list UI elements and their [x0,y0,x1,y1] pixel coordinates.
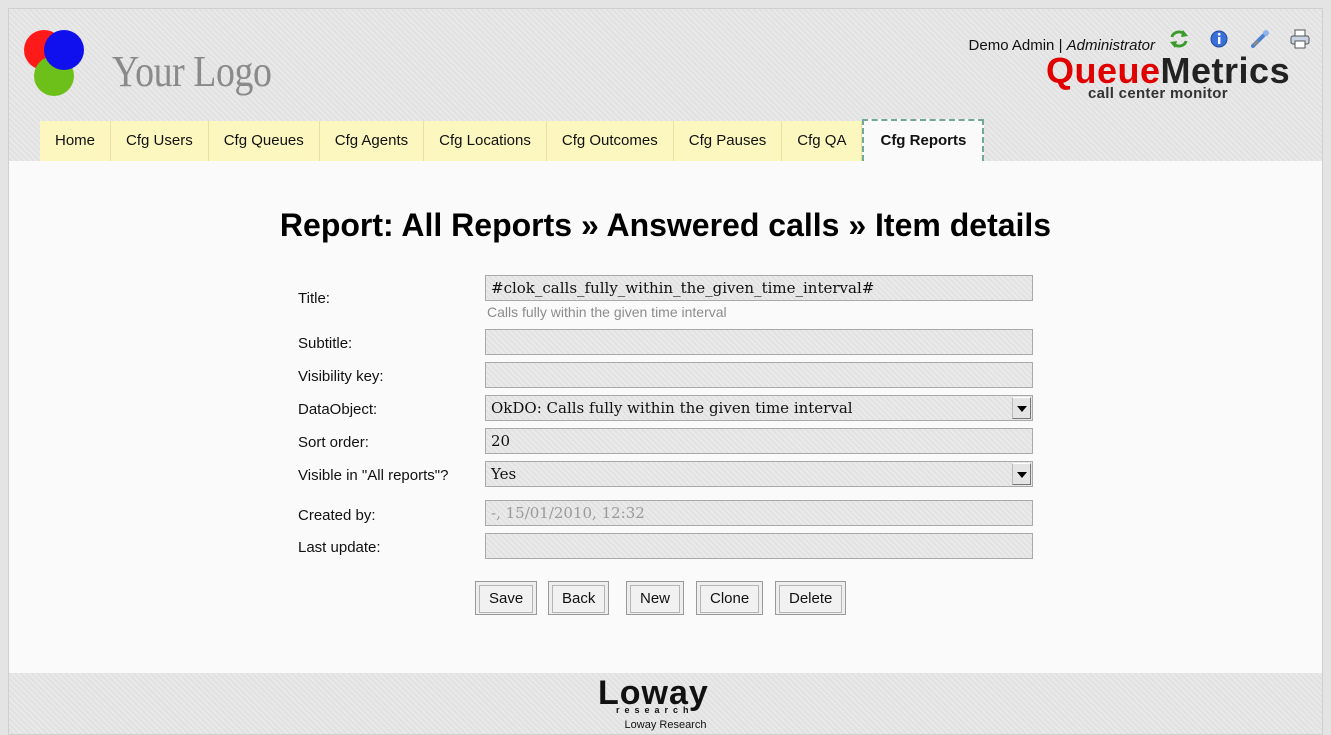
page-title: Report: All Reports » Answered calls » I… [279,207,1052,243]
visible-selected-value: Yes [491,465,517,483]
visibility-key-label: Visibility key: [298,368,384,385]
back-button-label: Back [552,585,606,613]
dataobject-selected-value: OkDO: Calls fully within the given time … [491,399,853,417]
delete-button[interactable]: Delete [775,581,847,615]
visible-all-reports-label: Visible in "All reports"? [298,467,449,484]
save-button[interactable]: Save [475,581,538,615]
chevron-down-icon[interactable] [1012,397,1031,419]
tab-cfg-queues[interactable]: Cfg Queues [208,121,320,161]
subtitle-input[interactable] [485,329,1033,355]
header-icons [1168,28,1325,52]
tab-home[interactable]: Home [40,121,112,161]
save-button-label: Save [479,585,534,613]
loway-logo-subtext: research [616,705,694,715]
brand-tagline: call center monitor [1088,85,1228,102]
visible-all-reports-select[interactable]: Yes [485,461,1033,487]
logo-text: Your Logo [112,47,272,96]
queuemetrics-brand: QueueMetrics call center monitor [1046,50,1322,102]
site-logo: Your Logo [24,28,324,100]
clone-button[interactable]: Clone [696,581,764,615]
subtitle-label: Subtitle: [298,335,353,352]
print-icon[interactable] [1289,28,1311,50]
info-icon[interactable] [1208,28,1230,50]
created-by-label: Created by: [298,507,376,524]
tab-cfg-users[interactable]: Cfg Users [111,121,209,161]
sort-order-input[interactable]: 20 [485,428,1033,454]
back-button[interactable]: Back [548,581,610,615]
title-hint: Calls fully within the given time interv… [487,304,727,320]
created-by-field: -, 15/01/2010, 12:32 [485,500,1033,526]
last-update-field [485,533,1033,559]
tab-cfg-agents[interactable]: Cfg Agents [319,121,425,161]
dataobject-label: DataObject: [298,401,378,418]
title-label: Title: [298,290,330,307]
visibility-key-input[interactable] [485,362,1033,388]
last-update-label: Last update: [298,539,381,556]
main-tabs: Home Cfg Users Cfg Queues Cfg Agents Cfg… [40,119,985,161]
user-name: Demo Admin [968,37,1055,54]
clone-button-label: Clone [700,585,760,613]
new-button-label: New [630,585,681,613]
delete-button-label: Delete [779,585,843,613]
tab-cfg-pauses[interactable]: Cfg Pauses [673,121,783,161]
loway-logo[interactable]: Loway research [598,674,734,715]
dataobject-select[interactable]: OkDO: Calls fully within the given time … [485,395,1033,421]
footer-text: Loway Research [624,719,707,731]
tab-cfg-qa[interactable]: Cfg QA [782,121,863,161]
refresh-icon[interactable] [1168,28,1190,50]
tab-cfg-reports[interactable]: Cfg Reports [862,119,985,161]
tab-cfg-locations[interactable]: Cfg Locations [424,121,547,161]
logo-circles-icon [24,30,84,96]
chevron-down-icon[interactable] [1012,463,1031,485]
new-button[interactable]: New [626,581,685,615]
sort-order-label: Sort order: [298,434,369,451]
title-input[interactable]: #clok_calls_fully_within_the_given_time_… [485,275,1033,301]
tools-icon[interactable] [1249,28,1271,50]
tab-cfg-outcomes[interactable]: Cfg Outcomes [546,121,674,161]
